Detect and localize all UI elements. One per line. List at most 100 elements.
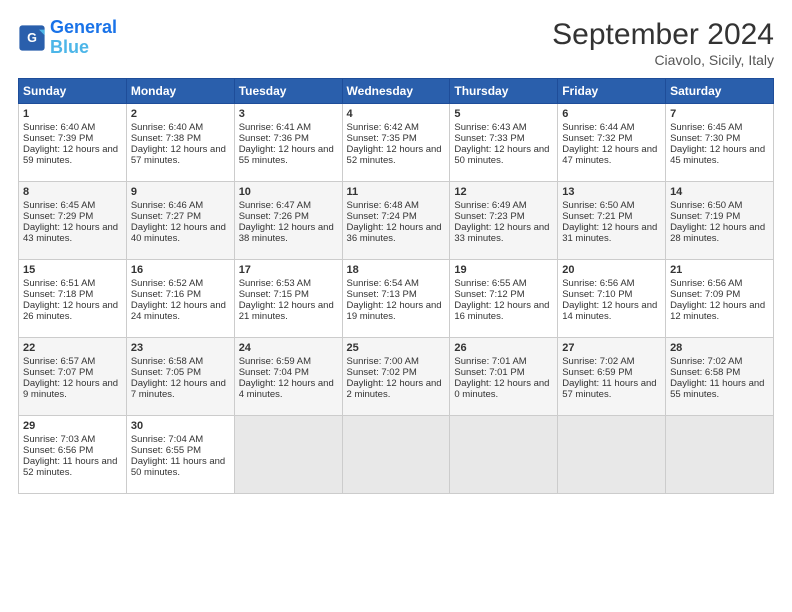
sunset-text: Sunset: 7:04 PM	[239, 367, 309, 378]
table-row: 10Sunrise: 6:47 AMSunset: 7:26 PMDayligh…	[234, 182, 342, 260]
table-row: 20Sunrise: 6:56 AMSunset: 7:10 PMDayligh…	[558, 260, 666, 338]
sunrise-text: Sunrise: 6:40 AM	[131, 122, 203, 133]
table-row: 4Sunrise: 6:42 AMSunset: 7:35 PMDaylight…	[342, 104, 450, 182]
day-number: 26	[454, 342, 553, 354]
col-friday: Friday	[558, 79, 666, 104]
calendar-week-row: 15Sunrise: 6:51 AMSunset: 7:18 PMDayligh…	[19, 260, 774, 338]
sunrise-text: Sunrise: 7:04 AM	[131, 434, 203, 445]
month-title: September 2024	[552, 18, 774, 52]
sunset-text: Sunset: 6:58 PM	[670, 367, 740, 378]
col-saturday: Saturday	[666, 79, 774, 104]
sunset-text: Sunset: 7:09 PM	[670, 289, 740, 300]
table-row: 26Sunrise: 7:01 AMSunset: 7:01 PMDayligh…	[450, 338, 558, 416]
table-row: 18Sunrise: 6:54 AMSunset: 7:13 PMDayligh…	[342, 260, 450, 338]
sunrise-text: Sunrise: 7:00 AM	[347, 356, 419, 367]
sunrise-text: Sunrise: 6:54 AM	[347, 278, 419, 289]
sunrise-text: Sunrise: 6:48 AM	[347, 200, 419, 211]
col-monday: Monday	[126, 79, 234, 104]
svg-text:G: G	[27, 31, 37, 45]
sunset-text: Sunset: 7:33 PM	[454, 133, 524, 144]
sunset-text: Sunset: 6:55 PM	[131, 445, 201, 456]
sunset-text: Sunset: 7:27 PM	[131, 211, 201, 222]
table-row: 16Sunrise: 6:52 AMSunset: 7:16 PMDayligh…	[126, 260, 234, 338]
table-row	[234, 416, 342, 494]
sunrise-text: Sunrise: 7:02 AM	[562, 356, 634, 367]
sunset-text: Sunset: 7:02 PM	[347, 367, 417, 378]
logo: G General Blue	[18, 18, 117, 58]
table-row: 2Sunrise: 6:40 AMSunset: 7:38 PMDaylight…	[126, 104, 234, 182]
table-row: 15Sunrise: 6:51 AMSunset: 7:18 PMDayligh…	[19, 260, 127, 338]
day-number: 9	[131, 186, 230, 198]
sunset-text: Sunset: 7:15 PM	[239, 289, 309, 300]
daylight-label: Daylight: 12 hours and 31 minutes.	[562, 222, 657, 244]
sunset-text: Sunset: 7:13 PM	[347, 289, 417, 300]
sunset-text: Sunset: 7:23 PM	[454, 211, 524, 222]
calendar-week-row: 22Sunrise: 6:57 AMSunset: 7:07 PMDayligh…	[19, 338, 774, 416]
sunrise-text: Sunrise: 6:58 AM	[131, 356, 203, 367]
sunrise-text: Sunrise: 6:49 AM	[454, 200, 526, 211]
sunrise-text: Sunrise: 7:02 AM	[670, 356, 742, 367]
day-number: 19	[454, 264, 553, 276]
table-row: 7Sunrise: 6:45 AMSunset: 7:30 PMDaylight…	[666, 104, 774, 182]
day-number: 1	[23, 108, 122, 120]
daylight-label: Daylight: 12 hours and 7 minutes.	[131, 378, 226, 400]
daylight-label: Daylight: 12 hours and 55 minutes.	[239, 144, 334, 166]
table-row: 6Sunrise: 6:44 AMSunset: 7:32 PMDaylight…	[558, 104, 666, 182]
sunset-text: Sunset: 7:36 PM	[239, 133, 309, 144]
logo-text: General Blue	[50, 18, 117, 58]
table-row: 28Sunrise: 7:02 AMSunset: 6:58 PMDayligh…	[666, 338, 774, 416]
col-tuesday: Tuesday	[234, 79, 342, 104]
day-number: 21	[670, 264, 769, 276]
day-number: 24	[239, 342, 338, 354]
sunset-text: Sunset: 7:16 PM	[131, 289, 201, 300]
sunrise-text: Sunrise: 6:56 AM	[670, 278, 742, 289]
table-row	[342, 416, 450, 494]
sunset-text: Sunset: 7:05 PM	[131, 367, 201, 378]
sunset-text: Sunset: 7:10 PM	[562, 289, 632, 300]
day-number: 18	[347, 264, 446, 276]
sunrise-text: Sunrise: 6:46 AM	[131, 200, 203, 211]
daylight-label: Daylight: 12 hours and 28 minutes.	[670, 222, 765, 244]
sunrise-text: Sunrise: 6:45 AM	[23, 200, 95, 211]
daylight-label: Daylight: 12 hours and 24 minutes.	[131, 300, 226, 322]
daylight-label: Daylight: 12 hours and 33 minutes.	[454, 222, 549, 244]
daylight-label: Daylight: 12 hours and 4 minutes.	[239, 378, 334, 400]
sunrise-text: Sunrise: 6:52 AM	[131, 278, 203, 289]
daylight-label: Daylight: 12 hours and 14 minutes.	[562, 300, 657, 322]
table-row: 30 Sunrise: 7:04 AMSunset: 6:55 PMDayligh…	[126, 416, 234, 494]
daylight-label: Daylight: 12 hours and 0 minutes.	[454, 378, 549, 400]
daylight-label: Daylight: 11 hours and 50 minutes.	[131, 456, 225, 478]
sunset-text: Sunset: 7:30 PM	[670, 133, 740, 144]
sunrise-text: Sunrise: 6:44 AM	[562, 122, 634, 133]
day-number: 10	[239, 186, 338, 198]
table-row: 8Sunrise: 6:45 AMSunset: 7:29 PMDaylight…	[19, 182, 127, 260]
page-container: G General Blue September 2024 Ciavolo, S…	[0, 0, 792, 504]
daylight-label: Daylight: 12 hours and 43 minutes.	[23, 222, 118, 244]
sunset-text: Sunset: 6:56 PM	[23, 445, 93, 456]
sunrise-text: Sunrise: 6:45 AM	[670, 122, 742, 133]
day-number: 30	[131, 420, 230, 432]
logo-icon: G	[18, 24, 46, 52]
sunrise-text: Sunrise: 6:51 AM	[23, 278, 95, 289]
table-row: 5Sunrise: 6:43 AMSunset: 7:33 PMDaylight…	[450, 104, 558, 182]
table-row: 29Sunrise: 7:03 AMSunset: 6:56 PMDayligh…	[19, 416, 127, 494]
table-row: 13Sunrise: 6:50 AMSunset: 7:21 PMDayligh…	[558, 182, 666, 260]
day-number: 29	[23, 420, 122, 432]
sunrise-text: Sunrise: 6:56 AM	[562, 278, 634, 289]
sunrise-text: Sunrise: 6:50 AM	[562, 200, 634, 211]
table-row	[450, 416, 558, 494]
day-number: 3	[239, 108, 338, 120]
daylight-label: Daylight: 12 hours and 2 minutes.	[347, 378, 442, 400]
sunrise-text: Sunrise: 6:55 AM	[454, 278, 526, 289]
location-subtitle: Ciavolo, Sicily, Italy	[552, 52, 774, 68]
sunset-text: Sunset: 7:21 PM	[562, 211, 632, 222]
sunset-text: Sunset: 7:18 PM	[23, 289, 93, 300]
day-number: 11	[347, 186, 446, 198]
day-number: 12	[454, 186, 553, 198]
table-row: 22Sunrise: 6:57 AMSunset: 7:07 PMDayligh…	[19, 338, 127, 416]
day-number: 8	[23, 186, 122, 198]
daylight-label: Daylight: 12 hours and 9 minutes.	[23, 378, 118, 400]
title-block: September 2024 Ciavolo, Sicily, Italy	[552, 18, 774, 68]
calendar-header-row: Sunday Monday Tuesday Wednesday Thursday…	[19, 79, 774, 104]
day-number: 28	[670, 342, 769, 354]
